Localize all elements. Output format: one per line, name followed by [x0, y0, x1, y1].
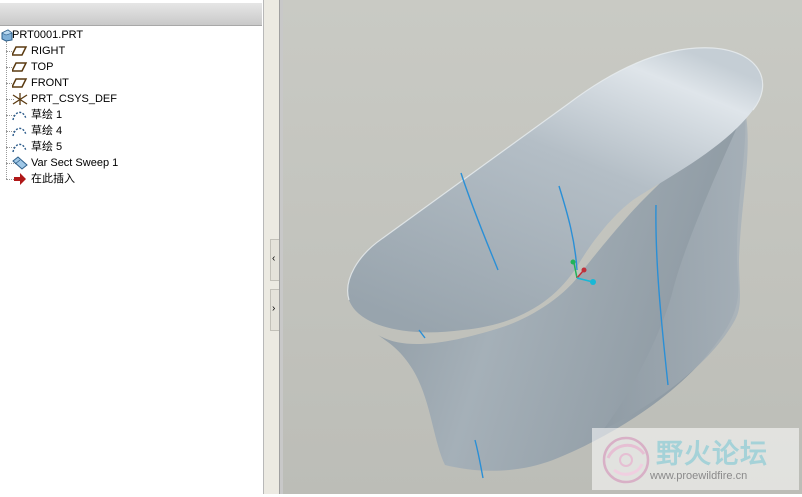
- tree-item-label: 草绘 4: [31, 125, 63, 137]
- chevron-right-icon: ›: [272, 303, 276, 314]
- insert-here-arrow-icon: [12, 172, 28, 186]
- sketch-icon: [12, 124, 28, 138]
- model-tree-panel: PRT0001.PRT RIGHT TOP FRONT PRT_CSYS_DEF…: [0, 0, 263, 494]
- coordinate-system-icon: [12, 92, 28, 106]
- tree-item-label: 在此插入: [31, 173, 75, 185]
- model-tree-header: [0, 3, 262, 26]
- sketch-icon: [12, 108, 28, 122]
- chevron-left-icon: ‹: [272, 253, 276, 264]
- watermark-url: www.proewildfire.cn: [650, 470, 748, 482]
- model-3d-view[interactable]: [283, 0, 802, 494]
- panel-scrollbar[interactable]: ‹ ›: [263, 0, 282, 494]
- tree-item-label: Var Sect Sweep 1: [31, 157, 119, 169]
- tree-item-label: RIGHT: [31, 45, 66, 57]
- tree-item-label: FRONT: [31, 77, 69, 89]
- sketch-icon: [12, 140, 28, 154]
- tree-item-label: 草绘 1: [31, 109, 63, 121]
- watermark-logo-icon: [602, 436, 650, 484]
- tree-item-label: TOP: [31, 61, 54, 73]
- tree-item-label: PRT_CSYS_DEF: [31, 93, 117, 105]
- tree-root-label: PRT0001.PRT: [12, 29, 84, 41]
- datum-plane-icon: [10, 60, 28, 74]
- forum-watermark: 野火论坛 www.proewildfire.cn: [592, 428, 799, 490]
- sweep-surface-icon: [12, 156, 28, 170]
- tree-item-label: 草绘 5: [31, 141, 63, 153]
- datum-plane-icon: [10, 44, 28, 58]
- watermark-title: 野火论坛: [656, 439, 768, 470]
- graphics-viewport[interactable]: [283, 0, 802, 494]
- datum-plane-icon: [10, 76, 28, 90]
